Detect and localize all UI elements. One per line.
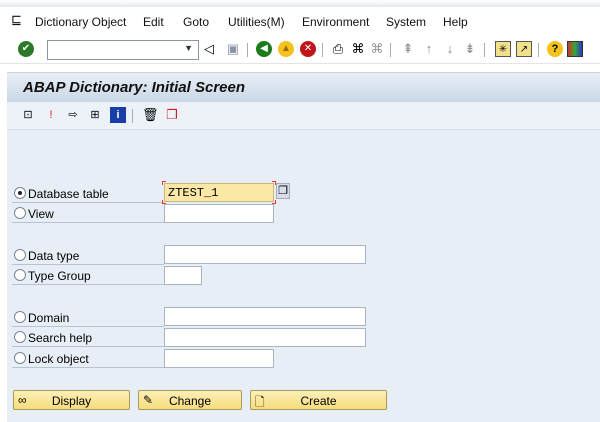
row-lock-object: Lock object bbox=[12, 349, 164, 368]
info-icon[interactable]: i bbox=[110, 107, 126, 123]
separator bbox=[538, 43, 539, 57]
database-table-input[interactable]: ZTEST_1 bbox=[164, 183, 274, 202]
new-session-icon[interactable]: ✳ bbox=[495, 41, 511, 57]
activate-icon[interactable]: ⊞ bbox=[87, 107, 103, 123]
menu-icon[interactable]: ⊑ bbox=[11, 12, 22, 28]
delete-icon[interactable]: 🗑 bbox=[142, 107, 159, 123]
row-database-table: Database table bbox=[12, 184, 164, 203]
save-icon[interactable]: ▣ bbox=[225, 41, 241, 57]
next-page-icon[interactable]: ↓ bbox=[442, 41, 458, 57]
radio-type-group[interactable] bbox=[14, 269, 26, 281]
search-help-input[interactable] bbox=[164, 328, 366, 347]
change-button[interactable]: ✎ Change bbox=[138, 390, 242, 410]
row-search-help: Search help bbox=[12, 328, 164, 347]
menu-goto[interactable]: Goto bbox=[183, 15, 209, 29]
prev-page-icon[interactable]: ↑ bbox=[421, 41, 437, 57]
radio-domain[interactable] bbox=[14, 311, 26, 323]
row-type-group: Type Group bbox=[12, 266, 164, 285]
menu-utilities[interactable]: Utilities(M) bbox=[228, 15, 285, 29]
customize-layout-icon[interactable] bbox=[567, 41, 583, 57]
separator bbox=[322, 43, 323, 57]
window-top-strip bbox=[0, 0, 600, 7]
separator bbox=[247, 43, 248, 57]
system-toolbar: ✔ ▼ ◁ ▣ ◀ ▲ ✕ ⎙ ⌘ ⌘ ⇞ ↑ ↓ ⇟ ✳ ↗ ? bbox=[0, 36, 600, 64]
radio-search-help[interactable] bbox=[14, 331, 26, 343]
label-search-help: Search help bbox=[28, 331, 93, 345]
enter-icon[interactable]: ✔ bbox=[18, 41, 34, 57]
create-button[interactable]: 🗋 Create bbox=[250, 390, 387, 410]
menu-help[interactable]: Help bbox=[443, 15, 468, 29]
object-list-icon[interactable]: ⇨ bbox=[65, 107, 81, 123]
title-bar: ABAP Dictionary: Initial Screen bbox=[7, 72, 600, 102]
find-next-icon[interactable]: ⌘ bbox=[369, 41, 385, 57]
row-domain: Domain bbox=[12, 308, 164, 327]
shortcut-icon[interactable]: ↗ bbox=[516, 41, 532, 57]
separator bbox=[390, 43, 391, 57]
display-label: Display bbox=[51, 394, 92, 408]
page-title: ABAP Dictionary: Initial Screen bbox=[23, 79, 245, 96]
command-field[interactable]: ▼ bbox=[47, 40, 199, 60]
label-database-table: Database table bbox=[28, 187, 109, 201]
menu-environment[interactable]: Environment bbox=[302, 15, 369, 29]
create-label: Create bbox=[300, 394, 337, 408]
find-icon[interactable]: ⌘ bbox=[350, 41, 366, 57]
label-view: View bbox=[28, 207, 54, 221]
change-label: Change bbox=[168, 394, 212, 408]
radio-database-table[interactable] bbox=[14, 187, 26, 199]
lock-object-input[interactable] bbox=[164, 349, 274, 368]
radio-lock-object[interactable] bbox=[14, 352, 26, 364]
cancel-icon[interactable]: ✕ bbox=[300, 41, 316, 57]
display-button[interactable]: ∞ Display bbox=[13, 390, 130, 410]
label-type-group: Type Group bbox=[28, 269, 91, 283]
where-used-icon[interactable]: ! bbox=[43, 107, 59, 123]
radio-view[interactable] bbox=[14, 207, 26, 219]
first-page-icon[interactable]: ⇞ bbox=[400, 41, 416, 57]
chevron-down-icon[interactable]: ▼ bbox=[184, 43, 193, 53]
data-type-input[interactable] bbox=[164, 245, 366, 264]
radio-data-type[interactable] bbox=[14, 249, 26, 261]
menu-dictionary-object[interactable]: Dictionary Object bbox=[35, 15, 126, 29]
menu-bar: ⊑ Dictionary Object Edit Goto Utilities(… bbox=[0, 8, 600, 36]
view-input[interactable] bbox=[164, 204, 274, 223]
help-icon[interactable]: ? bbox=[547, 41, 563, 57]
label-lock-object: Lock object bbox=[28, 352, 89, 366]
label-domain: Domain bbox=[28, 311, 70, 325]
value-help-icon[interactable]: ❐ bbox=[276, 183, 290, 199]
application-toolbar: ⊡ ! ⇨ ⊞ i 🗑 ❐ bbox=[7, 102, 600, 130]
separator bbox=[484, 43, 485, 57]
type-group-input[interactable] bbox=[164, 266, 202, 285]
last-page-icon[interactable]: ⇟ bbox=[462, 41, 478, 57]
hierarchy-icon[interactable]: ⊡ bbox=[20, 107, 36, 123]
back-icon[interactable]: ◀ bbox=[256, 41, 272, 57]
menu-edit[interactable]: Edit bbox=[143, 15, 164, 29]
separator bbox=[132, 109, 133, 123]
menu-system[interactable]: System bbox=[386, 15, 426, 29]
row-data-type: Data type bbox=[12, 246, 164, 265]
domain-input[interactable] bbox=[164, 307, 366, 326]
copy-icon[interactable]: ❐ bbox=[164, 107, 180, 123]
exit-icon[interactable]: ▲ bbox=[278, 41, 294, 57]
focus-corner bbox=[162, 181, 166, 185]
label-data-type: Data type bbox=[28, 249, 80, 263]
print-icon[interactable]: ⎙ bbox=[330, 41, 346, 57]
back-triangle-icon[interactable]: ◁ bbox=[201, 41, 217, 57]
row-view: View bbox=[12, 204, 164, 223]
